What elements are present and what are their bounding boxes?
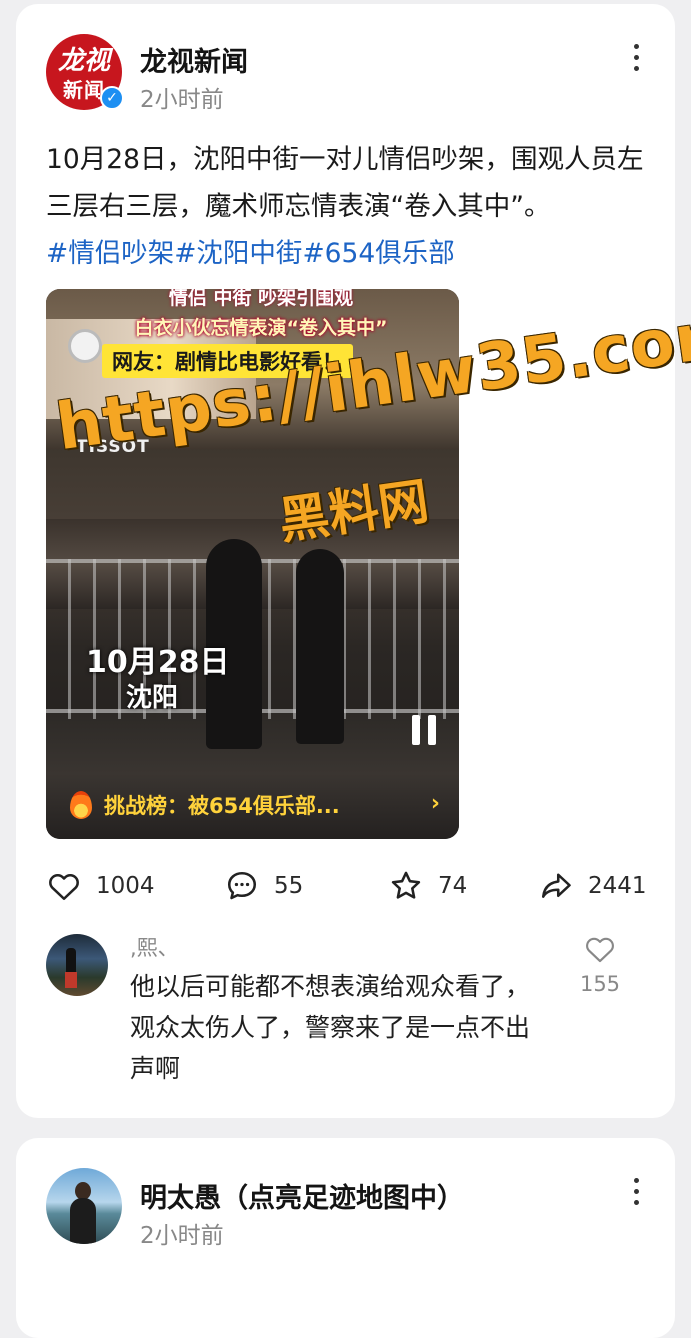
verified-badge-icon: ✓ [100,86,124,110]
post-time: 2小时前 [140,87,224,113]
comment-text: 他以后可能都不想表演给观众看了，观众太伤人了，警察来了是一点不出声啊 [130,972,531,1083]
challenge-link[interactable]: 挑战榜：被654俱乐部... › [70,785,440,825]
hashtag-link[interactable]: #654俱乐部 [302,238,454,269]
video-city-overlay: 沈阳 [126,683,179,713]
comment-button[interactable]: 55 [224,864,303,908]
hashtag-link[interactable]: #沈阳中街 [174,238,302,269]
hashtag-link[interactable]: #情侣吵架 [46,238,174,269]
share-count: 2441 [588,873,647,899]
share-icon [541,873,571,898]
author-avatar[interactable] [46,1168,122,1244]
post-card[interactable]: 明太愚（点亮足迹地图中） 2小时前 [16,1138,675,1338]
share-button[interactable]: 2441 [538,864,647,908]
pause-icon[interactable] [412,715,438,745]
author-name[interactable]: 明太愚（点亮足迹地图中） [140,1176,464,1215]
like-button[interactable]: 1004 [46,864,155,908]
author-name[interactable]: 龙视新闻 [140,40,248,79]
flame-icon [70,791,92,819]
more-options-icon[interactable] [633,1178,641,1211]
video-date-overlay: 10月28日 [86,645,230,680]
challenge-text: 挑战榜：被654俱乐部... [104,794,340,818]
video-person [296,549,344,744]
post-card[interactable]: 龙视 新闻 ✓ 龙视新闻 2小时前 10月28日，沈阳中街一对儿情侣吵架，围观人… [16,4,691,1118]
heart-icon [586,937,614,963]
chevron-right-icon: › [430,791,440,816]
favorite-count: 74 [438,873,468,899]
hashtag-list: #情侣吵架#沈阳中街#654俱乐部 [46,230,455,277]
commenter-avatar[interactable] [46,934,108,996]
like-count: 1004 [96,873,155,899]
video-banner-line1: 白衣小伙忘情表演“卷入其中” [134,317,388,339]
commenter-name[interactable]: ,熙、 [130,932,179,962]
comment-like-button[interactable]: 155 [578,932,622,996]
comment-count: 55 [274,873,304,899]
favorite-button[interactable]: 74 [388,864,467,908]
heart-icon [49,873,79,901]
comment-icon [227,871,257,900]
action-bar: 1004 55 74 2441 [16,864,675,908]
comment-like-count: 155 [579,972,621,996]
post-time: 2小时前 [140,1223,224,1249]
more-options-icon[interactable] [633,44,641,77]
video-banner-top: 情侣 中街 吵架引围观 [168,289,354,309]
avatar-logo-top: 龙视 [57,46,110,76]
post-text: 10月28日，沈阳中街一对儿情侣吵架，围观人员左三层右三层，魔术师忘情表演“卷入… [46,144,644,222]
star-icon [391,871,421,899]
